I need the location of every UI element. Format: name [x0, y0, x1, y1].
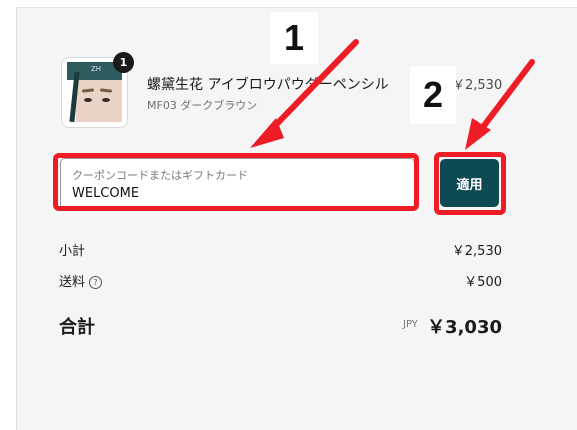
- annotation-step-2: 2: [410, 66, 456, 124]
- annotation-arrows: [250, 39, 535, 150]
- annotation-step-1: 1: [270, 12, 318, 64]
- arrow-to-apply-button: [465, 59, 535, 150]
